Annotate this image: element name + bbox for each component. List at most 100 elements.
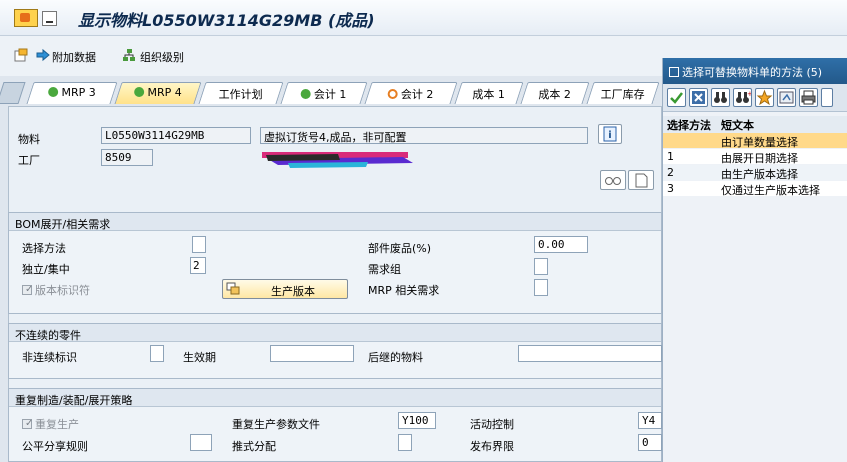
tab-mrp3[interactable]: MRP 3 [26,82,118,104]
popup-header: 选择可替换物料单的方法 (5) [663,58,847,84]
tab-mrp4[interactable]: MRP 4 [114,82,202,104]
tab-label: 会计 2 [400,88,434,101]
action-control-field[interactable]: Y4 [638,412,662,429]
document-icon [635,173,648,188]
popup-row[interactable]: 3 仅通过生产版本选择 [663,181,847,197]
warning-icon [387,89,398,99]
popup-table-header: 选择方法 短文本 [663,116,847,133]
version-indicator-checkbox[interactable]: ✓ 版本标识符 [22,282,90,298]
info-button[interactable]: i [598,124,622,144]
sap-logo-icon[interactable] [14,9,38,27]
fair-share-field[interactable] [190,434,212,451]
change-display-icon[interactable] [14,48,28,62]
push-dist-label: 推式分配 [232,440,276,453]
production-version-label: 生产版本 [271,285,315,298]
confirm-button[interactable] [667,88,686,107]
glasses-icon [605,177,621,185]
tab-label: 工厂库存 [600,88,645,101]
indiv-collective-label: 独立/集中 [22,263,70,276]
group-title: BOM展开/相关需求 [9,213,661,231]
disc-indicator-field[interactable] [150,345,164,362]
row-code: 1 [667,150,674,163]
settings-icon [779,91,794,104]
selection-method-label: 选择方法 [22,242,66,255]
mrp-dep-req-field[interactable] [534,279,548,296]
selection-method-field[interactable] [192,236,206,253]
favorites-button[interactable] [755,88,774,107]
check-icon [48,87,59,97]
row-text: 仅通过生产版本选择 [721,184,820,197]
requirements-group-field[interactable] [534,258,548,275]
repetitive-mfg-group: 重复制造/装配/展开策略 [8,388,662,462]
check-icon: ✓ [22,418,33,429]
action-control-label: 活动控制 [470,418,514,431]
column-header: 短文本 [721,119,754,132]
more-tools-button[interactable] [821,88,833,107]
material-description-field[interactable]: 虚拟订货号4,成品，非可配置 [260,127,588,144]
info-icon: i [603,126,617,142]
row-text: 由订单数量选择 [721,136,798,149]
mrp-dep-req-label: MRP 相关需求 [368,284,440,297]
star-icon [756,89,773,106]
window-icon [669,67,679,77]
check-icon [670,92,683,104]
org-levels-button[interactable]: 组织级别 [140,49,184,65]
rem-profile-field[interactable]: Y100 [398,412,436,429]
indiv-collective-field[interactable]: 2 [190,257,206,274]
material-field[interactable]: L0550W3114G29MB [101,127,251,144]
svg-text:+: + [747,90,751,98]
production-version-button[interactable]: 生产版本 [222,279,348,299]
group-title: 重复制造/装配/展开策略 [9,389,661,407]
component-scrap-field[interactable]: 0.00 [534,236,588,253]
popup-toolbar: + [663,84,847,112]
push-dist-field[interactable] [398,434,412,451]
tab-accounting2[interactable]: 会计 2 [364,82,458,104]
popup-title: 选择可替换物料单的方法 (5) [682,66,823,79]
tab-scroll-left[interactable] [0,82,26,104]
tab-label: 工作计划 [218,88,263,101]
svg-text:i: i [608,130,611,141]
tab-label: MRP 3 [61,86,96,99]
row-text: 由展开日期选择 [721,152,798,165]
tab-costing2[interactable]: 成本 2 [520,82,590,104]
follow-up-material-field[interactable] [518,345,662,362]
settings-button[interactable] [777,88,796,107]
redaction-scribble [262,152,413,168]
disc-indicator-label: 非连续标识 [22,351,77,364]
popup-row[interactable]: 2 由生产版本选择 [663,165,847,181]
check-icon [300,89,311,99]
binoculars-icon [714,92,727,103]
cancel-button[interactable] [689,88,708,107]
column-header: 选择方法 [667,119,711,132]
plant-field[interactable]: 8509 [101,149,153,166]
repetitive-mfg-checkbox[interactable]: ✓ 重复生产 [22,416,79,432]
tab-accounting1[interactable]: 会计 1 [280,82,368,104]
tab-costing1[interactable]: 成本 1 [454,82,524,104]
page-title: 显示物料L0550W3114G29MB (成品) [78,11,375,30]
deployment-horizon-field[interactable]: 0 [638,434,662,451]
fair-share-label: 公平分享规则 [22,440,88,453]
find-next-button[interactable]: + [733,88,753,107]
menu-dropdown-icon[interactable] [42,11,57,26]
tab-strip: MRP 3 MRP 4 工作计划 会计 1 会计 2 成本 1 成本 2 工厂库… [0,82,662,106]
popup-row[interactable]: 1 由展开日期选择 [663,149,847,165]
tab-label: 成本 1 [472,88,505,101]
tab-label: MRP 4 [147,86,182,99]
glasses-button[interactable] [600,170,626,190]
check-icon [134,87,145,97]
tab-plant-stock[interactable]: 工厂库存 [586,82,660,104]
tab-work-scheduling[interactable]: 工作计划 [198,82,284,104]
printer-icon [801,90,816,105]
follow-up-material-label: 后继的物料 [368,351,423,364]
popup-row-selected[interactable]: 由订单数量选择 [663,133,847,149]
document-button[interactable] [628,170,654,190]
row-text: 由生产版本选择 [721,168,798,181]
print-button[interactable] [799,88,818,107]
material-label: 物料 [18,133,40,146]
effective-out-label: 生效期 [183,351,216,364]
find-button[interactable] [711,88,730,107]
deployment-horizon-label: 发布界限 [470,440,514,453]
effective-out-field[interactable] [270,345,354,362]
title-bar: 显示物料L0550W3114G29MB (成品) [0,0,847,36]
additional-data-button[interactable]: 附加数据 [52,49,96,65]
